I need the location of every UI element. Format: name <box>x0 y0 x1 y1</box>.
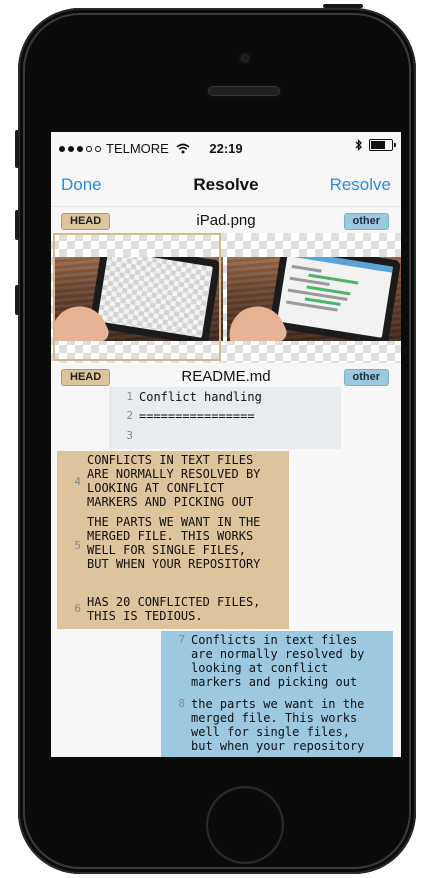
screen: TELMORE 22:19 Done Resolve Resolve HEAD … <box>51 132 401 757</box>
image-comparison <box>51 233 401 363</box>
status-time: 22:19 <box>209 141 243 156</box>
battery-icon <box>369 139 396 151</box>
other-lines-block[interactable]: 7 Conflicts in text files are normally r… <box>161 631 393 757</box>
status-bar: TELMORE 22:19 <box>51 132 401 162</box>
power-button[interactable] <box>323 4 363 8</box>
status-right <box>355 139 396 151</box>
navigation-bar: Done Resolve Resolve <box>51 162 401 207</box>
mute-switch[interactable] <box>15 130 19 168</box>
resolve-button[interactable]: Resolve <box>330 175 391 195</box>
home-button[interactable] <box>206 786 284 864</box>
volume-up-button[interactable] <box>15 210 19 240</box>
volume-down-button[interactable] <box>15 285 19 315</box>
diff-view: 1 Conflict handling 2 ================ 3… <box>51 387 401 757</box>
camera-icon <box>239 52 251 64</box>
bluetooth-icon <box>355 139 362 151</box>
common-lines-block: 1 Conflict handling 2 ================ 3 <box>109 387 341 449</box>
head-lines-block[interactable]: 4 CONFLICTS IN TEXT FILES ARE NORMALLY R… <box>57 451 289 629</box>
file-header-ipad: HEAD iPad.png other <box>51 210 401 232</box>
selected-image-frame <box>53 233 221 361</box>
speaker-grille <box>206 84 282 98</box>
other-tag[interactable]: other <box>343 369 389 386</box>
other-image[interactable] <box>227 257 401 341</box>
file-header-readme: HEAD README.md other <box>51 366 401 388</box>
other-tag[interactable]: other <box>343 213 389 230</box>
tablet-icon <box>269 257 401 341</box>
